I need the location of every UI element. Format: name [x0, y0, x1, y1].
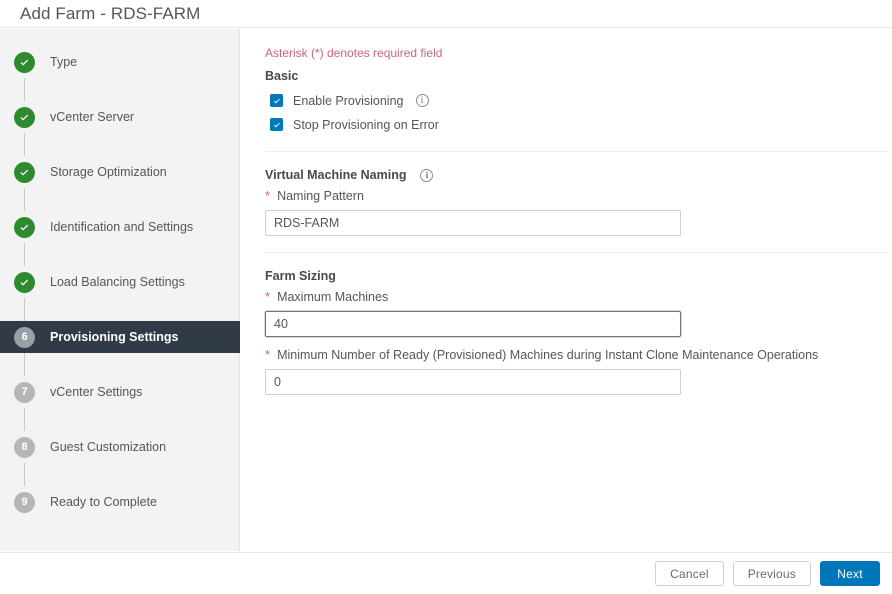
minimum-ready-machines-label: * Minimum Number of Ready (Provisioned) … — [265, 348, 888, 362]
farm-sizing-title-text: Farm Sizing — [265, 269, 336, 283]
minimum-ready-machines-input[interactable] — [265, 369, 681, 395]
sidebar-step-label: Identification and Settings — [50, 220, 194, 234]
wizard-body: Type vCenter Server Storage Optimization — [0, 29, 892, 551]
wizard-header: Add Farm - RDS-FARM — [0, 0, 892, 28]
sidebar-step-label: Storage Optimization — [50, 165, 167, 179]
stop-provisioning-on-error-label: Stop Provisioning on Error — [293, 117, 439, 132]
vm-naming-title-text: Virtual Machine Naming — [265, 168, 407, 182]
step-complete-icon — [14, 216, 35, 238]
stop-provisioning-on-error-row[interactable]: Stop Provisioning on Error — [265, 114, 888, 135]
section-divider — [265, 151, 889, 152]
maximum-machines-label-text: Maximum Machines — [277, 290, 389, 304]
required-asterisk: * — [265, 289, 271, 304]
next-button[interactable]: Next — [820, 561, 880, 586]
enable-provisioning-label: Enable Provisioning — [293, 93, 404, 108]
step-connector — [24, 298, 25, 321]
sidebar-step-vcenter-server[interactable]: vCenter Server — [0, 78, 239, 133]
cancel-button[interactable]: Cancel — [655, 561, 724, 586]
step-number-badge: 8 — [14, 436, 35, 458]
step-connector — [24, 408, 25, 431]
step-number-badge: 9 — [14, 491, 35, 513]
naming-pattern-label: * Naming Pattern — [265, 189, 888, 203]
sidebar-step-provisioning-settings[interactable]: 6 Provisioning Settings — [0, 298, 240, 353]
step-complete-icon — [14, 161, 35, 183]
maximum-machines-label: * Maximum Machines — [265, 290, 888, 304]
sidebar-step-storage-optimization[interactable]: Storage Optimization — [0, 133, 239, 188]
sidebar-step-label: Guest Customization — [50, 440, 167, 454]
sidebar-step-label: Ready to Complete — [50, 495, 158, 509]
required-field-note: Asterisk (*) denotes required field — [265, 46, 443, 60]
previous-button[interactable]: Previous — [732, 561, 811, 586]
sidebar-step-ready-to-complete[interactable]: 9 Ready to Complete — [0, 463, 239, 518]
step-connector — [24, 78, 25, 101]
step-connector — [24, 243, 25, 266]
wizard-footer: Cancel Previous Next — [0, 552, 892, 594]
step-complete-icon — [14, 271, 35, 293]
required-asterisk: * — [265, 347, 271, 362]
basic-section-title: Basic — [265, 69, 888, 83]
wizard-step-nav: Type vCenter Server Storage Optimization — [0, 29, 240, 551]
sidebar-step-identification-and-settings[interactable]: Identification and Settings — [0, 188, 239, 243]
sidebar-step-label: Load Balancing Settings — [50, 275, 185, 289]
info-icon[interactable]: i — [415, 94, 429, 107]
maximum-machines-input[interactable] — [265, 311, 681, 337]
page-title: Add Farm - RDS-FARM — [20, 3, 201, 23]
step-complete-icon — [14, 106, 35, 128]
sidebar-step-load-balancing-settings[interactable]: Load Balancing Settings — [0, 243, 239, 298]
stop-provisioning-on-error-checkbox[interactable] — [270, 118, 283, 131]
sidebar-step-guest-customization[interactable]: 8 Guest Customization — [0, 408, 239, 463]
sidebar-step-label: vCenter Settings — [50, 385, 143, 399]
step-number-badge: 6 — [14, 326, 35, 348]
minimum-ready-machines-label-text: Minimum Number of Ready (Provisioned) Ma… — [277, 348, 819, 362]
naming-pattern-input[interactable] — [265, 210, 681, 236]
step-connector — [24, 188, 25, 211]
enable-provisioning-checkbox[interactable] — [270, 94, 283, 107]
info-icon[interactable]: i — [420, 168, 434, 182]
sidebar-step-label: Type — [50, 55, 78, 69]
step-connector — [24, 463, 25, 486]
provisioning-settings-form: Asterisk (*) denotes required field Basi… — [240, 29, 892, 551]
step-connector — [24, 133, 25, 156]
step-number-badge: 7 — [14, 381, 35, 403]
add-farm-wizard: Add Farm - RDS-FARM Type vCenter Server — [0, 0, 892, 594]
sidebar-step-type[interactable]: Type — [0, 46, 239, 78]
naming-pattern-label-text: Naming Pattern — [277, 189, 364, 203]
vm-naming-section-title: Virtual Machine Naming i — [265, 168, 888, 182]
sidebar-step-label: Provisioning Settings — [50, 330, 179, 344]
enable-provisioning-row[interactable]: Enable Provisioning i — [265, 90, 888, 111]
sidebar-step-label: vCenter Server — [50, 110, 135, 124]
farm-sizing-section-title: Farm Sizing — [265, 269, 888, 283]
section-divider — [265, 252, 889, 253]
step-connector — [24, 353, 25, 376]
step-complete-icon — [14, 51, 35, 73]
sidebar-step-vcenter-settings[interactable]: 7 vCenter Settings — [0, 353, 239, 408]
required-asterisk: * — [265, 188, 271, 203]
basic-title-text: Basic — [265, 69, 299, 83]
